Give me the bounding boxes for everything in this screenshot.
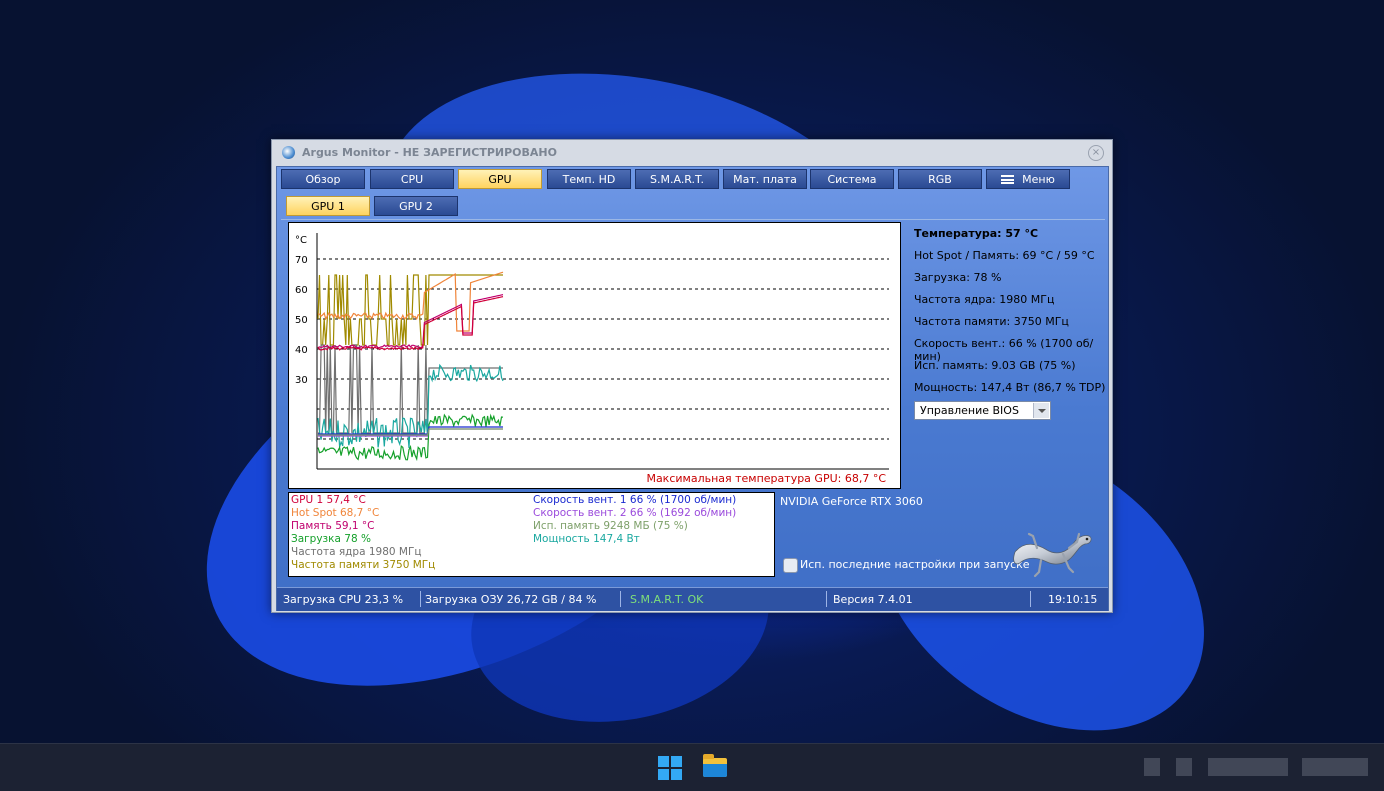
- max-gpu-temperature-label: Максимальная температура GPU: 68,7 °C: [646, 472, 886, 485]
- divider: [1030, 591, 1031, 607]
- y-axis-unit: °C: [295, 235, 307, 246]
- memory-clock: Частота памяти: 3750 МГц: [914, 315, 1069, 328]
- gpu-model-name: NVIDIA GeForce RTX 3060: [780, 495, 923, 508]
- y-tick-label: 40: [295, 345, 308, 356]
- chart-legend: GPU 1 57,4 °C Hot Spot 68,7 °C Память 59,1…: [288, 492, 775, 577]
- legend-item: Hot Spot 68,7 °C: [291, 507, 380, 519]
- chart-plot: °C 70 60 50 40 30: [295, 233, 889, 470]
- status-bar: Загрузка CPU 23,3 % Загрузка ОЗУ 26,72 G…: [277, 587, 1108, 611]
- divider: [826, 591, 827, 607]
- chart-series-line: [317, 274, 503, 346]
- tab-6[interactable]: Система: [810, 169, 894, 189]
- tab-4[interactable]: S.M.A.R.T.: [635, 169, 719, 189]
- use-last-settings-checkbox[interactable]: [783, 558, 798, 573]
- subtab-gpu-1[interactable]: GPU 1: [286, 196, 370, 216]
- taskbar: [0, 743, 1384, 791]
- used-memory: Исп. память: 9.03 GB (75 %): [914, 359, 1076, 372]
- temperature-chart: °C 70 60 50 40 30 Максимальная температура GP…: [288, 222, 901, 489]
- tray-icon[interactable]: [1144, 758, 1160, 776]
- file-explorer-icon[interactable]: [703, 754, 727, 777]
- tab-1[interactable]: CPU: [370, 169, 454, 189]
- tray-clock-blurred[interactable]: [1208, 758, 1288, 776]
- bios-control-value: Управление BIOS: [920, 404, 1019, 417]
- y-tick-label: 50: [295, 315, 308, 326]
- core-clock: Частота ядра: 1980 МГц: [914, 293, 1055, 306]
- divider: [281, 219, 1105, 220]
- legend-item: Загрузка 78 %: [291, 533, 371, 545]
- hamburger-icon: [1001, 175, 1015, 184]
- legend-item: Частота ядра 1980 МГц: [291, 546, 422, 558]
- hotspot-memory-temperature: Hot Spot / Память: 69 °C / 59 °C: [914, 249, 1095, 262]
- y-tick-label: 60: [295, 285, 308, 296]
- tab-0[interactable]: Обзор: [281, 169, 365, 189]
- divider: [420, 591, 421, 607]
- y-tick-label: 70: [295, 255, 308, 266]
- legend-item: Исп. память 9248 МБ (75 %): [533, 520, 688, 532]
- title-bar[interactable]: Argus Monitor - НЕ ЗАРЕГИСТРИРОВАНО ×: [272, 140, 1112, 166]
- cpu-load-status: Загрузка CPU 23,3 %: [283, 593, 404, 606]
- legend-item: Память 59,1 °C: [291, 520, 375, 532]
- tab-7[interactable]: RGB: [898, 169, 982, 189]
- tab-3[interactable]: Темп. HD: [547, 169, 631, 189]
- use-last-settings-label[interactable]: Исп. последние настройки при запуске: [800, 558, 1030, 571]
- gpu-temperature: Температура: 57 °C: [914, 227, 1039, 240]
- legend-item: Скорость вент. 2 66 % (1692 об/мин): [533, 507, 737, 519]
- legend-item: Скорость вент. 1 66 % (1700 об/мин): [533, 494, 737, 506]
- menu-label: Меню: [1022, 173, 1055, 186]
- argus-app-icon: [282, 146, 295, 159]
- bios-control-dropdown[interactable]: Управление BIOS: [914, 401, 1051, 420]
- gpu-load: Загрузка: 78 %: [914, 271, 1002, 284]
- tab-5[interactable]: Мат. плата: [723, 169, 807, 189]
- chevron-down-icon[interactable]: [1033, 403, 1049, 418]
- argus-monitor-window: Argus Monitor - НЕ ЗАРЕГИСТРИРОВАНО × Об…: [271, 139, 1113, 613]
- legend-item: GPU 1 57,4 °C: [291, 494, 366, 506]
- main-panel: Обзор CPU GPU Темп. HD S.M.A.R.T. Мат. плата С…: [276, 166, 1109, 611]
- menu-button[interactable]: Меню: [986, 169, 1070, 189]
- power-draw: Мощность: 147,4 Вт (86,7 % TDP): [914, 381, 1106, 394]
- close-button[interactable]: ×: [1088, 145, 1104, 161]
- window-title: Argus Monitor - НЕ ЗАРЕГИСТРИРОВАНО: [302, 146, 557, 159]
- subtab-gpu-2[interactable]: GPU 2: [374, 196, 458, 216]
- legend-item: Мощность 147,4 Вт: [533, 533, 640, 545]
- y-tick-label: 30: [295, 375, 308, 386]
- version-status: Версия 7.4.01: [833, 593, 913, 606]
- tray-icon[interactable]: [1176, 758, 1192, 776]
- clock-status: 19:10:15: [1048, 593, 1098, 606]
- smart-status: S.M.A.R.T. OK: [630, 593, 704, 606]
- ram-load-status: Загрузка ОЗУ 26,72 GB / 84 %: [425, 593, 597, 606]
- tray-date-blurred[interactable]: [1302, 758, 1368, 776]
- argus-lizard-logo-icon: [1013, 532, 1092, 578]
- divider: [620, 591, 621, 607]
- legend-item: Частота памяти 3750 МГц: [291, 559, 436, 571]
- tab-2[interactable]: GPU: [458, 169, 542, 189]
- windows-start-icon[interactable]: [658, 756, 682, 780]
